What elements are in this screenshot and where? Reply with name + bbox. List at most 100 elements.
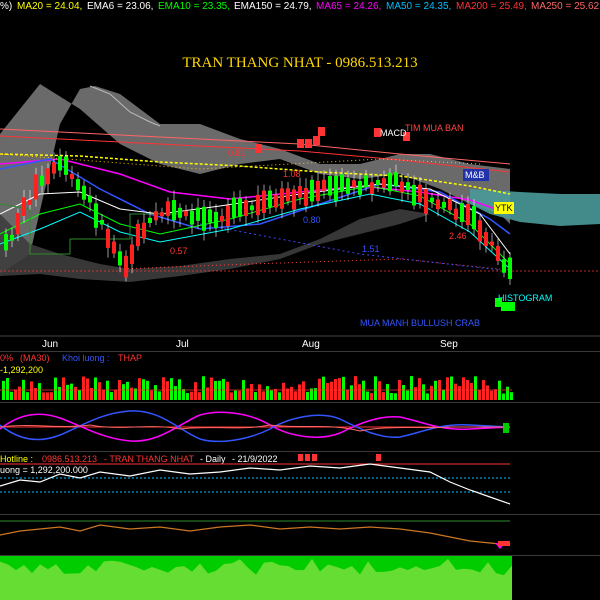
macd-label: MACD xyxy=(380,128,407,138)
candle xyxy=(34,174,38,200)
candle xyxy=(292,189,296,210)
oscillator2-panel[interactable] xyxy=(0,515,600,555)
candle xyxy=(238,198,242,217)
candle xyxy=(448,198,452,211)
candle xyxy=(172,200,176,221)
candle xyxy=(52,161,56,174)
volume-bar xyxy=(294,391,297,400)
volume-bar xyxy=(282,382,285,400)
candle xyxy=(64,156,68,175)
candle xyxy=(28,199,32,205)
candle xyxy=(214,211,218,228)
volume-bar xyxy=(50,392,53,400)
area-panel[interactable] xyxy=(0,556,600,600)
candle xyxy=(136,223,140,247)
candle xyxy=(190,210,194,225)
volume-bar xyxy=(278,392,281,400)
candle xyxy=(40,175,44,186)
candle xyxy=(112,241,116,254)
candle xyxy=(346,178,350,194)
volume-bar xyxy=(382,392,385,400)
price-chart-panel[interactable]: TIM MUA BAN MACD M&B YTK HISTOGRAM MUA M… xyxy=(0,14,600,351)
volume-bar xyxy=(510,392,513,400)
candle xyxy=(58,156,62,171)
candle xyxy=(436,199,440,210)
month-aug: Aug xyxy=(302,339,320,350)
volume-bar xyxy=(26,392,29,400)
candle xyxy=(226,205,230,227)
volume-bar xyxy=(346,389,349,400)
volume-bar xyxy=(446,377,449,400)
volume-bar xyxy=(198,392,201,400)
level-4: 1.51 xyxy=(362,244,380,254)
volume-bar xyxy=(326,383,329,400)
volume-bars xyxy=(0,376,513,400)
volume-bar xyxy=(454,383,457,400)
volume-bar xyxy=(2,380,5,400)
volume-bar xyxy=(138,378,141,400)
level-1: 1.08 xyxy=(283,169,301,179)
level-5: 2.46 xyxy=(449,231,467,241)
indicator-8: MA250 = 25.62, xyxy=(531,1,600,12)
candle xyxy=(160,212,164,217)
volume-bar xyxy=(262,391,265,400)
oscillator-panel[interactable] xyxy=(0,403,600,451)
volume-bar xyxy=(234,390,237,400)
volume-bar xyxy=(474,376,477,400)
volume-bar xyxy=(222,378,225,400)
volume-khoi-luong: Khoi luong : xyxy=(62,353,110,363)
volume-bar xyxy=(334,378,337,400)
candle xyxy=(118,251,122,266)
volume-bar xyxy=(122,384,125,400)
candle xyxy=(178,207,182,218)
candle xyxy=(166,201,170,216)
volume-bar xyxy=(42,392,45,400)
candle xyxy=(208,209,212,223)
candle xyxy=(280,188,284,209)
volume-bar xyxy=(418,378,421,400)
ytk-label: YTK xyxy=(495,203,513,213)
level-3: 0.57 xyxy=(170,246,188,256)
candle xyxy=(100,219,104,225)
volume-bar xyxy=(194,382,197,400)
volume-bar xyxy=(154,385,157,400)
candle xyxy=(232,197,236,218)
candle xyxy=(184,210,188,217)
volume-bar xyxy=(158,391,161,400)
indicator-strip: %) MA20 = 24.04, EMA6 = 23.06, EMA10 = 23.3… xyxy=(0,0,600,14)
indicator-7: MA200 = 25.49, xyxy=(456,1,527,12)
mua-ban-label: TIM MUA BAN xyxy=(405,123,464,133)
candle xyxy=(142,222,146,239)
oscillator-chart[interactable] xyxy=(0,403,600,451)
candle xyxy=(310,179,314,202)
candle xyxy=(460,203,464,222)
volume-panel[interactable]: 0% (MA30) Khoi luong : THAP -1,292,200 xyxy=(0,352,600,402)
area-chart[interactable] xyxy=(0,556,600,600)
volume-bar xyxy=(470,382,473,400)
volume-bar xyxy=(406,390,409,400)
candle xyxy=(328,175,332,196)
volume-bar xyxy=(458,386,461,400)
line-chart[interactable]: Hotline : 0986.513.213 - TRAN THANG NHAT… xyxy=(0,452,600,514)
oscillator2-chart[interactable] xyxy=(0,515,600,555)
candle xyxy=(124,255,128,278)
volume-bar xyxy=(146,380,149,400)
candle xyxy=(262,190,266,213)
volume-value: -1,292,200 xyxy=(0,365,43,375)
volume-bar xyxy=(306,391,309,400)
volume-bar xyxy=(18,386,21,400)
volume-bar xyxy=(322,376,325,400)
volume-bar xyxy=(58,386,61,400)
volume-bar xyxy=(66,384,69,400)
candle xyxy=(196,207,200,221)
volume-bar xyxy=(202,376,205,400)
volume-bar xyxy=(378,381,381,400)
candle xyxy=(322,179,326,191)
line-chart-panel[interactable]: Hotline : 0986.513.213 - TRAN THANG NHAT… xyxy=(0,452,600,514)
volume-bar xyxy=(238,390,241,400)
volume-bar xyxy=(422,384,425,400)
candle xyxy=(472,206,476,230)
candle xyxy=(412,184,416,206)
volume-bar xyxy=(78,390,81,400)
volume-chart[interactable]: 0% (MA30) Khoi luong : THAP -1,292,200 xyxy=(0,352,600,402)
